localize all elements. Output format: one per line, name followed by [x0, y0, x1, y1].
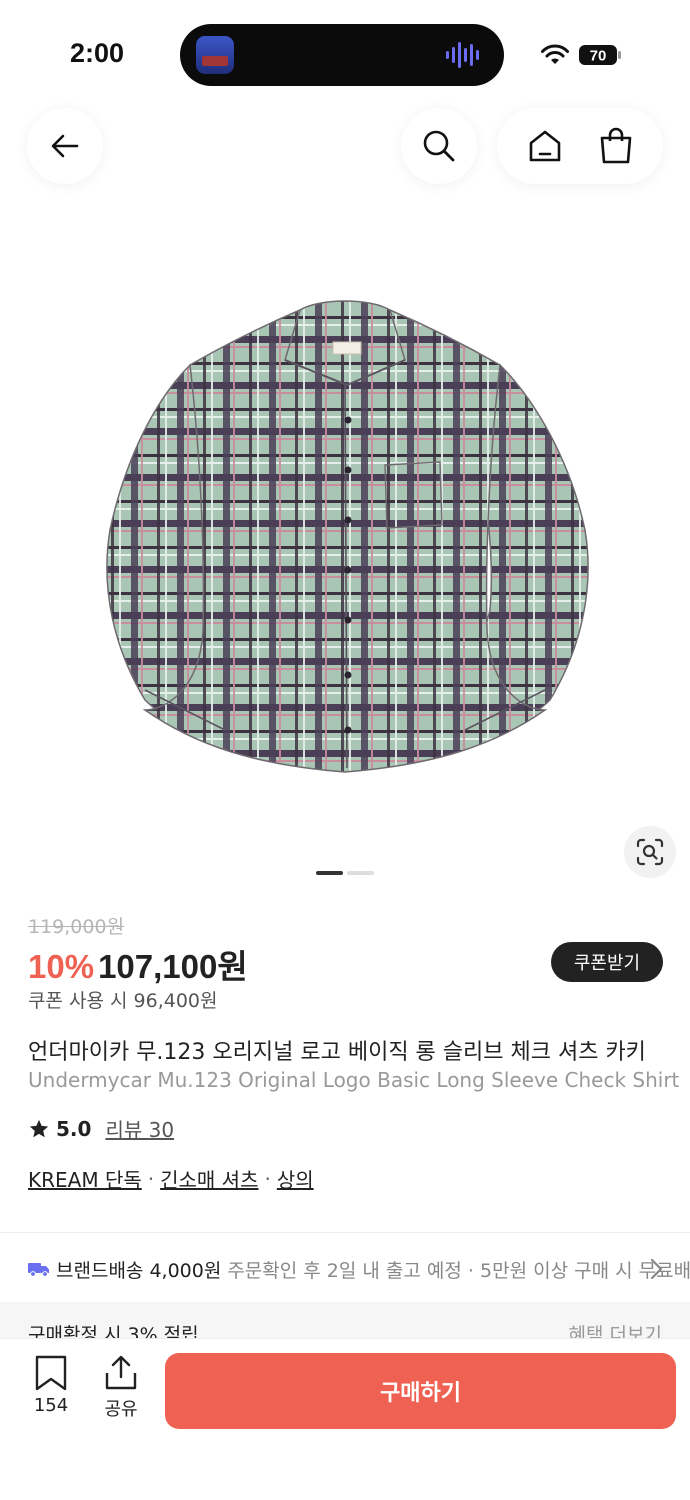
share-icon — [105, 1355, 137, 1390]
image-search-button[interactable] — [624, 826, 676, 878]
home-icon — [529, 130, 560, 162]
sale-price: 107,100원 — [98, 948, 248, 985]
buy-button[interactable]: 구매하기 — [165, 1353, 676, 1429]
shopping-bag-icon — [600, 127, 631, 164]
cart-button[interactable] — [591, 121, 641, 171]
chevron-right-icon[interactable] — [646, 1256, 666, 1282]
category-tags: KREAM 단독 · 긴소매 셔츠 · 상의 — [28, 1164, 314, 1193]
discount-rate: 10% — [28, 948, 95, 985]
shipping-info[interactable]: 브랜드배송 4,000원 주문확인 후 2일 내 출고 예정 · 5만원 이상 … — [28, 1254, 690, 1284]
price-row: 10% 107,100원 — [28, 940, 248, 988]
audio-wave-icon — [446, 40, 486, 70]
status-bar: 2:00 70 — [0, 0, 690, 110]
original-price: 119,000원 — [28, 916, 125, 938]
back-button[interactable] — [27, 108, 103, 184]
coupon-price: 쿠폰 사용 시 96,400원 — [28, 990, 218, 1012]
battery-icon: 70 — [579, 45, 621, 65]
product-image[interactable] — [85, 290, 605, 780]
arrow-left-icon — [51, 134, 79, 158]
coupon-button[interactable]: 쿠폰받기 — [551, 942, 663, 982]
bookmark-button[interactable]: 154 — [22, 1355, 80, 1416]
section-divider — [0, 1232, 690, 1233]
nav-actions-pill — [497, 108, 663, 184]
bottom-action-bar: 154 공유 구매하기 — [0, 1338, 690, 1500]
bookmark-count: 154 — [33, 1395, 69, 1416]
tag-separator: · — [147, 1166, 155, 1191]
product-title-ko: 언더마이카 무.123 오리지널 로고 베이직 롱 슬리브 체크 셔츠 카키 — [28, 1040, 646, 1065]
pager-dot-2[interactable] — [347, 871, 374, 875]
rating-row: 5.0 리뷰 30 — [28, 1114, 174, 1143]
tag-long-sleeve-shirt[interactable]: 긴소매 셔츠 — [160, 1164, 258, 1193]
share-button[interactable]: 공유 — [92, 1355, 150, 1421]
battery-level: 70 — [590, 48, 607, 65]
product-title-en: Undermycar Mu.123 Original Logo Basic Lo… — [28, 1068, 680, 1092]
pager-dot-1[interactable] — [316, 871, 343, 875]
benefit-strip[interactable]: 구매확정 시 3% 적립 혜택 더보기 — [0, 1302, 690, 1342]
tag-exclusive[interactable]: KREAM 단독 — [28, 1164, 142, 1193]
bookmark-icon — [35, 1355, 67, 1391]
shipping-detail: 주문확인 후 2일 내 출고 예정 · 5만원 이상 구매 시 무료배송 — [227, 1259, 690, 1282]
tag-top[interactable]: 상의 — [277, 1164, 314, 1193]
home-button[interactable] — [520, 121, 570, 171]
image-pager — [316, 871, 374, 875]
shipping-fee: 브랜드배송 4,000원 — [56, 1259, 222, 1282]
wifi-icon — [541, 44, 569, 64]
search-button[interactable] — [401, 108, 477, 184]
search-icon — [423, 130, 455, 162]
image-search-icon — [636, 838, 664, 866]
now-playing-app-icon — [196, 36, 234, 74]
rating-score: 5.0 — [56, 1116, 92, 1141]
tag-separator: · — [264, 1166, 271, 1191]
truck-icon — [28, 1263, 49, 1277]
share-label: 공유 — [104, 1399, 138, 1420]
review-link[interactable]: 리뷰 30 — [105, 1114, 174, 1143]
star-icon — [29, 1119, 49, 1137]
status-time: 2:00 — [70, 38, 125, 68]
shirt-label — [332, 341, 362, 355]
dynamic-island — [180, 24, 504, 86]
